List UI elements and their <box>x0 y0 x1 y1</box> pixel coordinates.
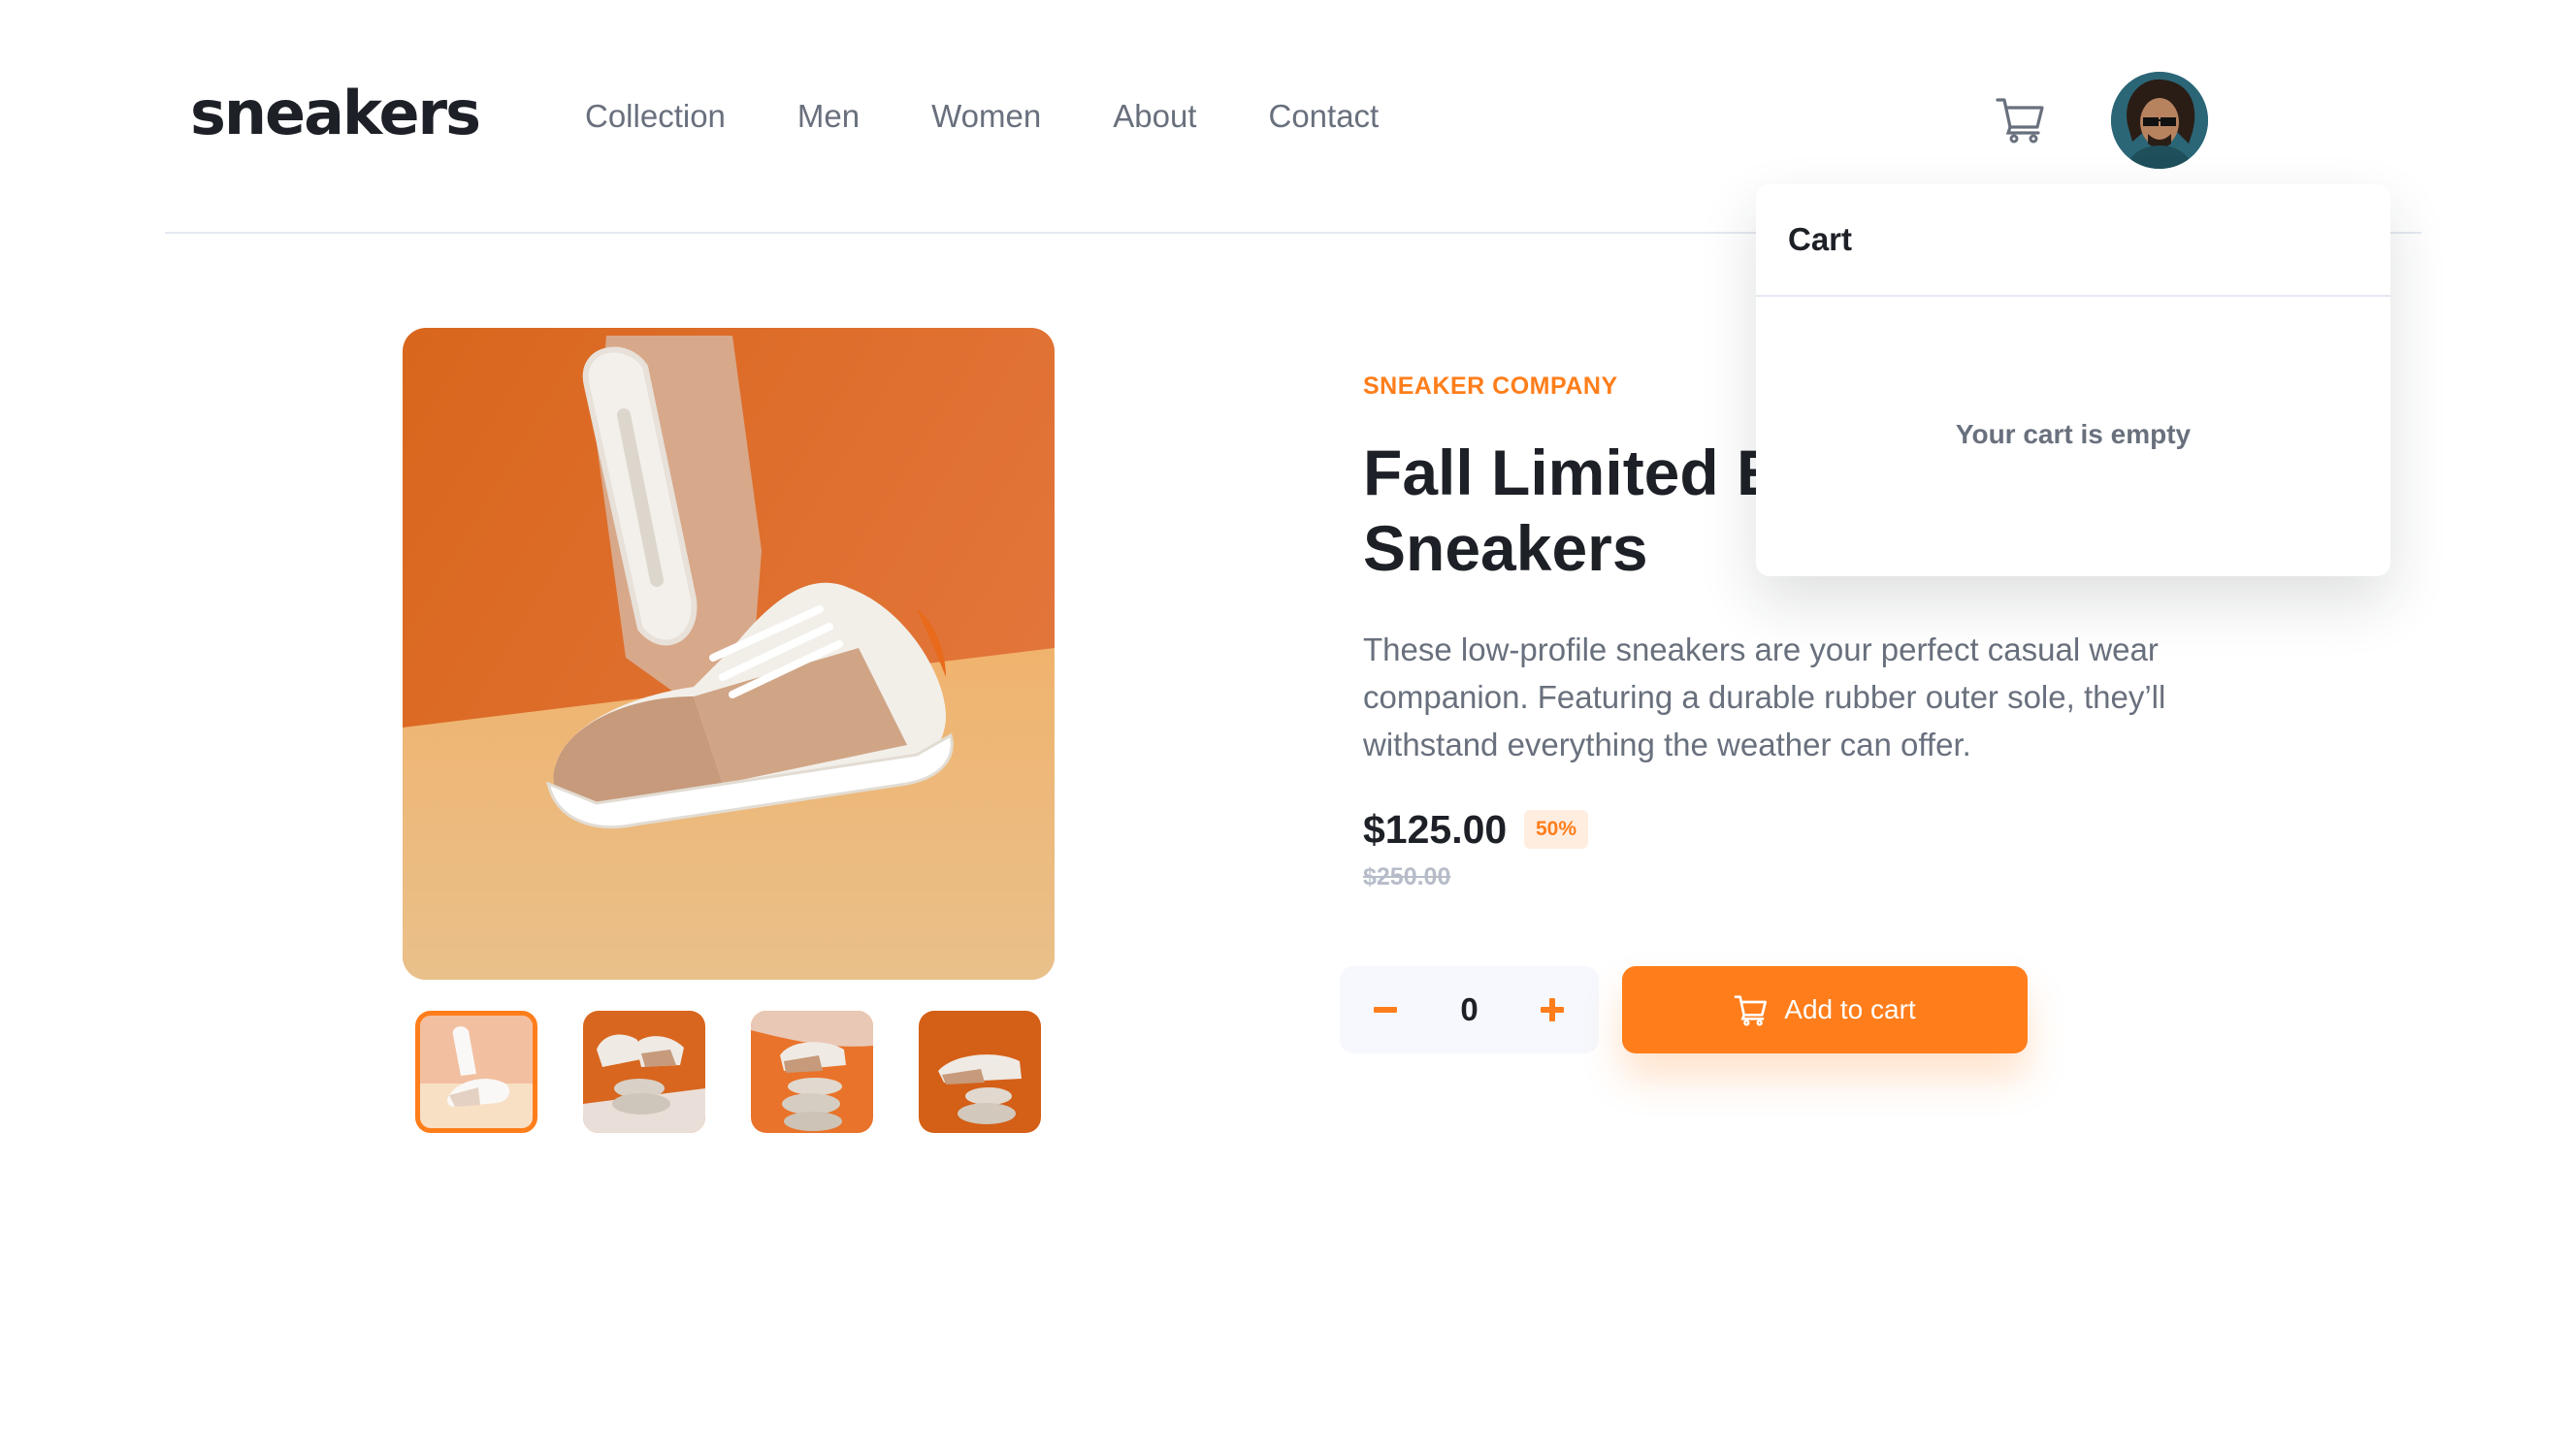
nav-about[interactable]: About <box>1113 97 1196 136</box>
thumbnail-4[interactable] <box>919 1011 1041 1133</box>
brand-logo[interactable]: sneakers <box>190 83 481 144</box>
nav-contact[interactable]: Contact <box>1268 97 1379 136</box>
quantity-value: 0 <box>1460 991 1478 1027</box>
cart-empty-message: Your cart is empty <box>1955 419 2192 449</box>
current-price: $125.00 <box>1363 807 1508 852</box>
sneaker-photo <box>403 328 1055 980</box>
plus-icon[interactable] <box>1528 986 1576 1034</box>
cart-icon[interactable] <box>1995 95 2047 144</box>
discount-badge: 50% <box>1524 810 1589 849</box>
thumbnail-1[interactable] <box>415 1011 537 1133</box>
thumbnail-image-1 <box>420 1016 533 1128</box>
cart-divider <box>1756 295 2390 297</box>
thumbnail-3[interactable] <box>751 1011 873 1133</box>
user-avatar[interactable] <box>2111 72 2208 169</box>
thumbnail-image-4 <box>919 1011 1041 1133</box>
thumbnail-list <box>415 1011 1087 1133</box>
main-nav: Collection Men Women About Contact <box>585 97 1450 136</box>
cart-dropdown: Cart Your cart is empty <box>1756 184 2390 576</box>
thumbnail-2[interactable] <box>583 1011 705 1133</box>
cart-title: Cart <box>1788 221 1853 257</box>
product-main-image[interactable] <box>403 328 1055 980</box>
brand-name: SNEAKER COMPANY <box>1363 372 1618 400</box>
add-to-cart-label: Add to cart <box>1784 994 1916 1024</box>
plus-icon-svg <box>1541 998 1564 1021</box>
minus-icon-svg <box>1374 1007 1397 1013</box>
thumbnail-image-2 <box>583 1011 705 1133</box>
cart-icon-svg <box>1996 98 2044 144</box>
nav-men[interactable]: Men <box>797 97 860 136</box>
nav-women[interactable]: Women <box>931 97 1041 136</box>
add-to-cart-button[interactable]: Add to cart <box>1622 966 2028 1053</box>
original-price: $250.00 <box>1363 863 1451 890</box>
cart-icon <box>1734 995 1768 1026</box>
product-description: These low-profile sneakers are your perf… <box>1363 631 2166 762</box>
minus-icon[interactable] <box>1361 986 1410 1034</box>
nav-collection[interactable]: Collection <box>585 97 726 136</box>
thumbnail-image-3 <box>751 1011 873 1133</box>
avatar-image <box>2111 72 2208 169</box>
quantity-stepper: 0 <box>1340 966 1599 1053</box>
